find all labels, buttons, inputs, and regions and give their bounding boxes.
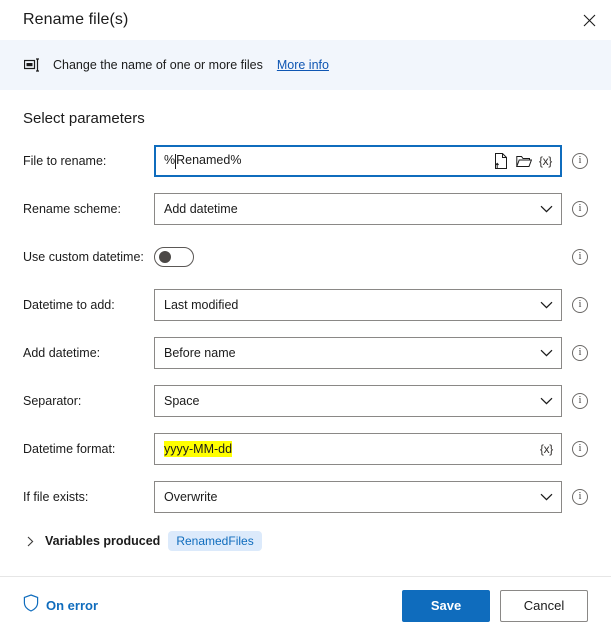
dialog-titlebar: Rename file(s): [0, 0, 611, 40]
info-icon-file-to-rename[interactable]: i: [562, 145, 588, 177]
field-row-rename-scheme: Rename scheme: Add datetime i: [23, 193, 588, 225]
chevron-right-icon[interactable]: [23, 536, 37, 547]
info-circle-icon: i: [572, 153, 588, 169]
rename-files-dialog: Rename file(s) Change the name of one or…: [0, 0, 611, 634]
control-rename-scheme: Add datetime: [154, 193, 562, 225]
control-datetime-to-add: Last modified: [154, 289, 562, 321]
chevron-down-icon: [540, 349, 553, 357]
field-row-add-datetime: Add datetime: Before name i: [23, 337, 588, 369]
label-add-datetime: Add datetime:: [23, 345, 101, 360]
datetime-format-input[interactable]: yyyy-MM-dd {x}: [154, 433, 562, 465]
close-icon: [583, 14, 596, 27]
variables-produced-label[interactable]: Variables produced: [45, 534, 160, 548]
field-row-use-custom-datetime: Use custom datetime: i: [23, 241, 588, 273]
footer-buttons: Save Cancel: [402, 589, 588, 622]
shield-icon: [23, 594, 39, 617]
on-error-label: On error: [46, 598, 99, 613]
if-file-exists-dropdown[interactable]: Overwrite: [154, 481, 562, 513]
dialog-footer: On error Save Cancel: [0, 576, 611, 634]
if-file-exists-value: Overwrite: [164, 490, 218, 504]
label-file-to-rename: File to rename:: [23, 153, 107, 168]
file-to-rename-input[interactable]: %Renamed% {x}: [154, 145, 562, 177]
label-datetime-format: Datetime format:: [23, 441, 116, 456]
info-circle-icon: i: [572, 249, 588, 265]
file-to-rename-icons: {x}: [493, 153, 558, 170]
datetime-to-add-value: Last modified: [164, 298, 239, 312]
control-use-custom-datetime: [154, 241, 562, 273]
label-use-custom-datetime: Use custom datetime:: [23, 249, 144, 264]
separator-dropdown[interactable]: Space: [154, 385, 562, 417]
rename-scheme-value: Add datetime: [164, 202, 238, 216]
chevron-down-icon: [540, 301, 553, 309]
info-circle-icon: i: [572, 441, 588, 457]
field-row-datetime-format: Datetime format: yyyy-MM-dd {x} i: [23, 433, 588, 465]
label-rename-scheme: Rename scheme:: [23, 201, 121, 216]
info-icon-datetime-to-add[interactable]: i: [562, 289, 588, 321]
info-circle-icon: i: [572, 297, 588, 313]
datetime-format-text: yyyy-MM-dd: [164, 441, 233, 457]
chevron-down-icon: [540, 205, 553, 213]
info-icon-rename-scheme[interactable]: i: [562, 193, 588, 225]
select-folder-icon[interactable]: [516, 153, 533, 170]
info-icon-use-custom-datetime[interactable]: i: [562, 241, 588, 273]
banner-text: Change the name of one or more files: [53, 58, 263, 72]
label-datetime-to-add: Datetime to add:: [23, 297, 115, 312]
use-custom-datetime-toggle[interactable]: [154, 247, 194, 267]
field-row-separator: Separator: Space i: [23, 385, 588, 417]
chevron-down-icon: [540, 397, 553, 405]
datetime-format-icons: {x}: [540, 442, 559, 456]
control-separator: Space: [154, 385, 562, 417]
info-circle-icon: i: [572, 345, 588, 361]
info-circle-icon: i: [572, 201, 588, 217]
info-circle-icon: i: [572, 393, 588, 409]
file-to-rename-text: %Renamed%: [164, 153, 242, 169]
control-file-to-rename: %Renamed% {x}: [154, 145, 562, 177]
variable-icon[interactable]: {x}: [540, 442, 553, 456]
variables-produced-section[interactable]: Variables produced RenamedFiles: [23, 529, 588, 553]
separator-value: Space: [164, 394, 200, 408]
info-banner: Change the name of one or more files Mor…: [0, 40, 611, 90]
variable-chip-renamedfiles[interactable]: RenamedFiles: [168, 531, 262, 551]
label-separator: Separator:: [23, 393, 82, 408]
rename-scheme-dropdown[interactable]: Add datetime: [154, 193, 562, 225]
dialog-title: Rename file(s): [23, 11, 129, 28]
add-datetime-dropdown[interactable]: Before name: [154, 337, 562, 369]
info-icon-add-datetime[interactable]: i: [562, 337, 588, 369]
text-caret: [175, 153, 177, 169]
file-to-rename-value: %Renamed%: [164, 153, 493, 169]
datetime-to-add-dropdown[interactable]: Last modified: [154, 289, 562, 321]
info-circle-icon: i: [572, 489, 588, 505]
info-icon-datetime-format[interactable]: i: [562, 433, 588, 465]
cancel-button[interactable]: Cancel: [500, 589, 588, 622]
close-button[interactable]: [567, 0, 611, 40]
on-error-button[interactable]: On error: [23, 594, 98, 617]
chevron-down-icon: [540, 493, 553, 501]
variable-icon[interactable]: {x}: [539, 154, 552, 168]
label-if-file-exists: If file exists:: [23, 489, 89, 504]
field-row-datetime-to-add: Datetime to add: Last modified i: [23, 289, 588, 321]
toggle-knob: [159, 251, 171, 263]
rename-icon: [23, 55, 43, 75]
control-add-datetime: Before name: [154, 337, 562, 369]
more-info-link[interactable]: More info: [277, 58, 329, 72]
field-row-file-to-rename: File to rename: %Renamed% {x} i: [23, 145, 588, 177]
select-file-icon[interactable]: [493, 153, 510, 170]
control-datetime-format: yyyy-MM-dd {x}: [154, 433, 562, 465]
field-row-if-file-exists: If file exists: Overwrite i: [23, 481, 588, 513]
datetime-format-value: yyyy-MM-dd: [164, 441, 540, 457]
info-icon-separator[interactable]: i: [562, 385, 588, 417]
add-datetime-value: Before name: [164, 346, 236, 360]
control-if-file-exists: Overwrite: [154, 481, 562, 513]
save-button[interactable]: Save: [402, 589, 490, 622]
dialog-body: Select parameters File to rename: %Renam…: [0, 90, 611, 576]
section-title: Select parameters: [23, 110, 145, 127]
info-icon-if-file-exists[interactable]: i: [562, 481, 588, 513]
